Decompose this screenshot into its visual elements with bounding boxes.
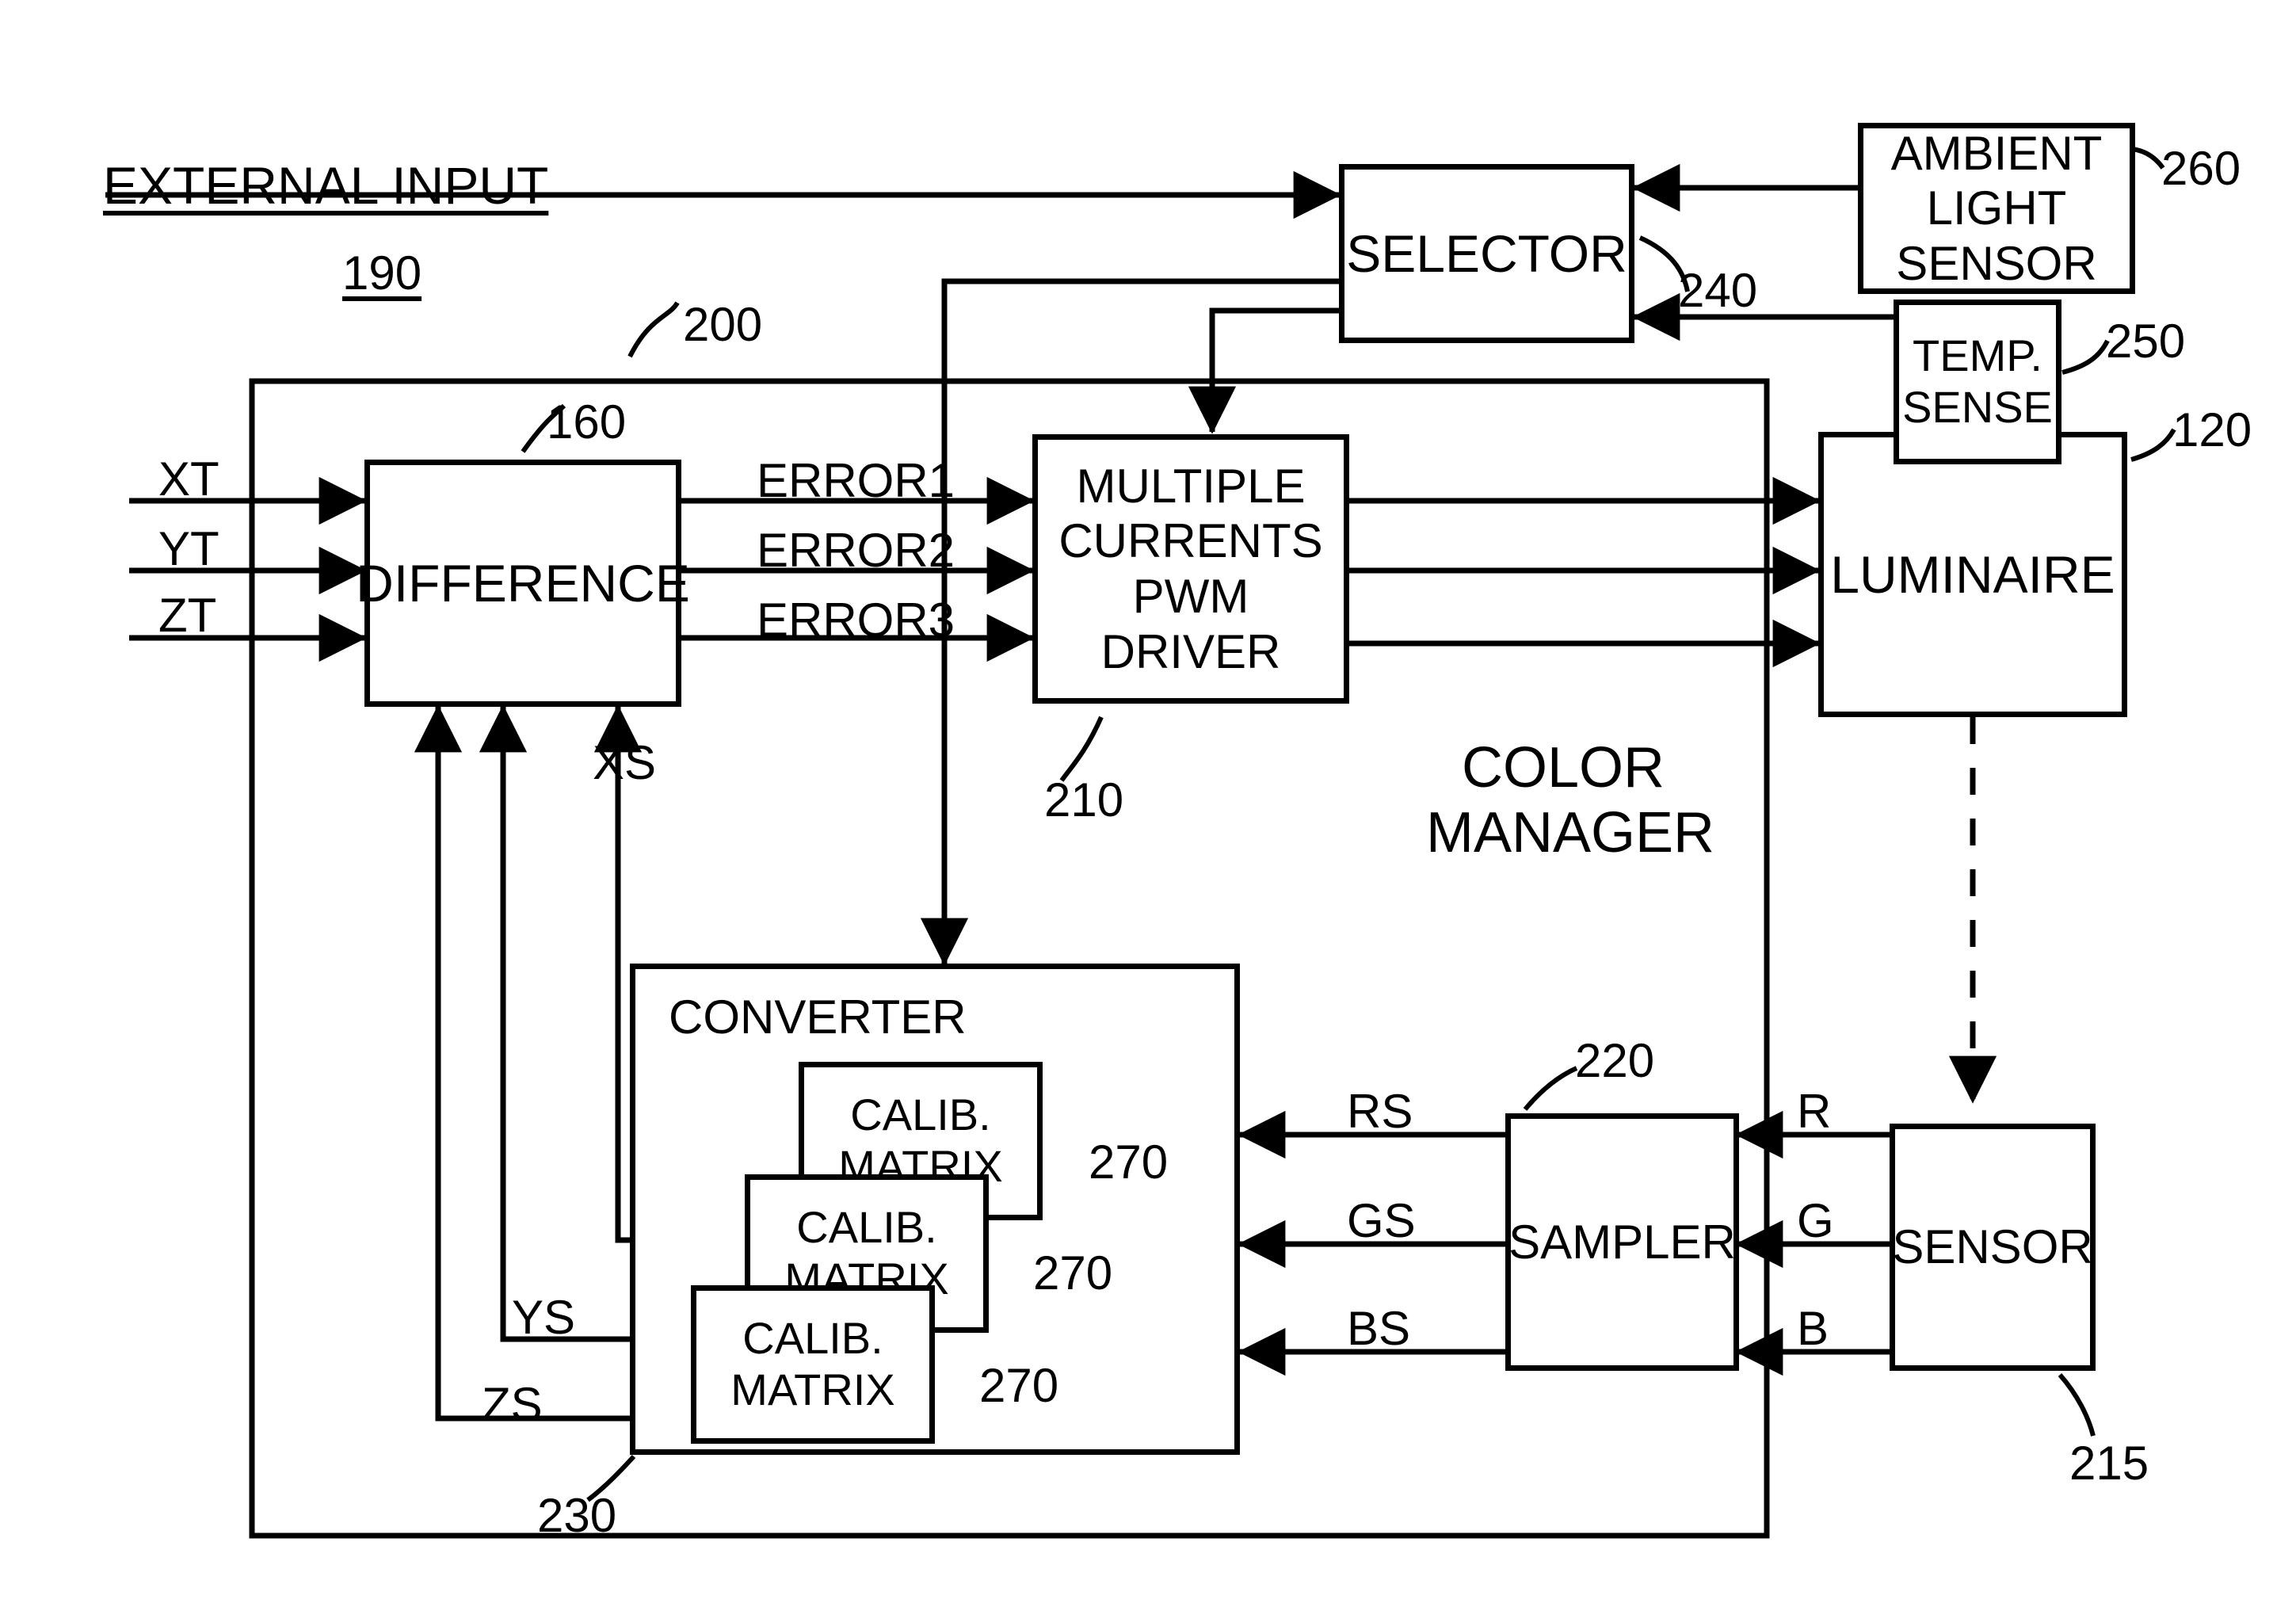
ref-270-b: 270 bbox=[1033, 1246, 1113, 1300]
signal-gs-label: GS bbox=[1347, 1194, 1416, 1247]
ref-120: 120 bbox=[2172, 403, 2252, 456]
signal-error2-label: ERROR2 bbox=[757, 524, 955, 577]
leader-215 bbox=[2058, 1373, 2096, 1437]
signal-xs-label: XS bbox=[593, 736, 657, 789]
ref-215: 215 bbox=[2069, 1437, 2149, 1490]
ref-210: 210 bbox=[1044, 773, 1124, 826]
ambient-line-3: SENSOR bbox=[1896, 236, 2097, 290]
ref-200: 200 bbox=[683, 298, 763, 351]
signal-bs-label: BS bbox=[1347, 1302, 1411, 1355]
temp-sense-block[interactable]: TEMP. SENSE bbox=[1894, 300, 2061, 464]
sensor-label: SENSOR bbox=[1892, 1220, 2093, 1274]
signal-xt-label: XT bbox=[158, 452, 219, 506]
sampler-block[interactable]: SAMPLER bbox=[1505, 1113, 1739, 1371]
calib-3-line-2: MATRIX bbox=[730, 1364, 895, 1414]
leader-120 bbox=[2130, 428, 2176, 462]
ref-260: 260 bbox=[2161, 142, 2241, 195]
pwm-driver-block[interactable]: MULTIPLE CURRENTS PWM DRIVER bbox=[1032, 434, 1349, 704]
signal-error1-label: ERROR1 bbox=[757, 454, 955, 507]
patent-figure-canvas: DIFFERENCE MULTIPLE CURRENTS PWM DRIVER … bbox=[0, 0, 2296, 1603]
calib-2-line-1: CALIB. bbox=[796, 1202, 937, 1253]
ref-160: 160 bbox=[547, 395, 627, 448]
color-manager-label-line2: MANAGER bbox=[1426, 801, 1715, 864]
luminaire-block[interactable]: LUMINAIRE bbox=[1818, 432, 2127, 717]
sensor-block[interactable]: SENSOR bbox=[1890, 1124, 2096, 1371]
external-input-label: EXTERNAL INPUT bbox=[103, 156, 549, 215]
ref-250: 250 bbox=[2106, 315, 2186, 368]
sampler-label: SAMPLER bbox=[1508, 1215, 1736, 1269]
ambient-light-sensor-block[interactable]: AMBIENT LIGHT SENSOR bbox=[1858, 123, 2135, 294]
selector-block[interactable]: SELECTOR bbox=[1339, 164, 1634, 343]
signal-zs-label: ZS bbox=[482, 1378, 543, 1431]
ref-190: 190 bbox=[342, 246, 422, 300]
ref-270-a: 270 bbox=[1089, 1135, 1169, 1189]
signal-zt-label: ZT bbox=[158, 589, 217, 642]
leader-220 bbox=[1523, 1066, 1578, 1111]
pwm-line-4: DRIVER bbox=[1100, 624, 1281, 678]
ambient-line-2: LIGHT bbox=[1926, 181, 2067, 235]
color-manager-label-line1: COLOR bbox=[1462, 736, 1665, 800]
ref-230: 230 bbox=[537, 1489, 617, 1542]
calib-matrix-block-3[interactable]: CALIB. MATRIX bbox=[691, 1285, 935, 1444]
difference-label: DIFFERENCE bbox=[356, 553, 690, 613]
difference-block[interactable]: DIFFERENCE bbox=[356, 460, 690, 707]
signal-b-label: B bbox=[1797, 1302, 1829, 1355]
luminaire-label: LUMINAIRE bbox=[1830, 544, 2115, 604]
ref-220: 220 bbox=[1575, 1034, 1655, 1087]
signal-error3-label: ERROR3 bbox=[757, 593, 955, 647]
ambient-line-1: AMBIENT bbox=[1890, 126, 2103, 180]
signal-yt-label: YT bbox=[158, 522, 219, 575]
signal-ys-label: YS bbox=[512, 1291, 576, 1344]
pwm-line-3: PWM bbox=[1132, 570, 1249, 623]
selector-label: SELECTOR bbox=[1346, 223, 1627, 283]
leader-200 bbox=[627, 301, 680, 358]
ref-240: 240 bbox=[1678, 264, 1758, 317]
signal-g-label: G bbox=[1797, 1194, 1834, 1247]
signal-r-label: R bbox=[1797, 1085, 1832, 1138]
signal-rs-label: RS bbox=[1347, 1085, 1413, 1138]
temp-line-2: SENSE bbox=[1902, 382, 2053, 432]
pwm-line-2: CURRENTS bbox=[1058, 514, 1323, 568]
wire-selector-to-pwm bbox=[1188, 307, 1339, 434]
converter-label: CONVERTER bbox=[669, 990, 967, 1044]
calib-3-line-1: CALIB. bbox=[742, 1313, 883, 1364]
pwm-line-1: MULTIPLE bbox=[1076, 459, 1306, 513]
wire-ys bbox=[479, 704, 630, 1342]
temp-line-1: TEMP. bbox=[1913, 330, 2042, 381]
leader-210 bbox=[1059, 716, 1104, 782]
leader-250 bbox=[2061, 339, 2110, 375]
calib-1-line-1: CALIB. bbox=[850, 1090, 991, 1140]
ref-270-c: 270 bbox=[979, 1359, 1059, 1412]
